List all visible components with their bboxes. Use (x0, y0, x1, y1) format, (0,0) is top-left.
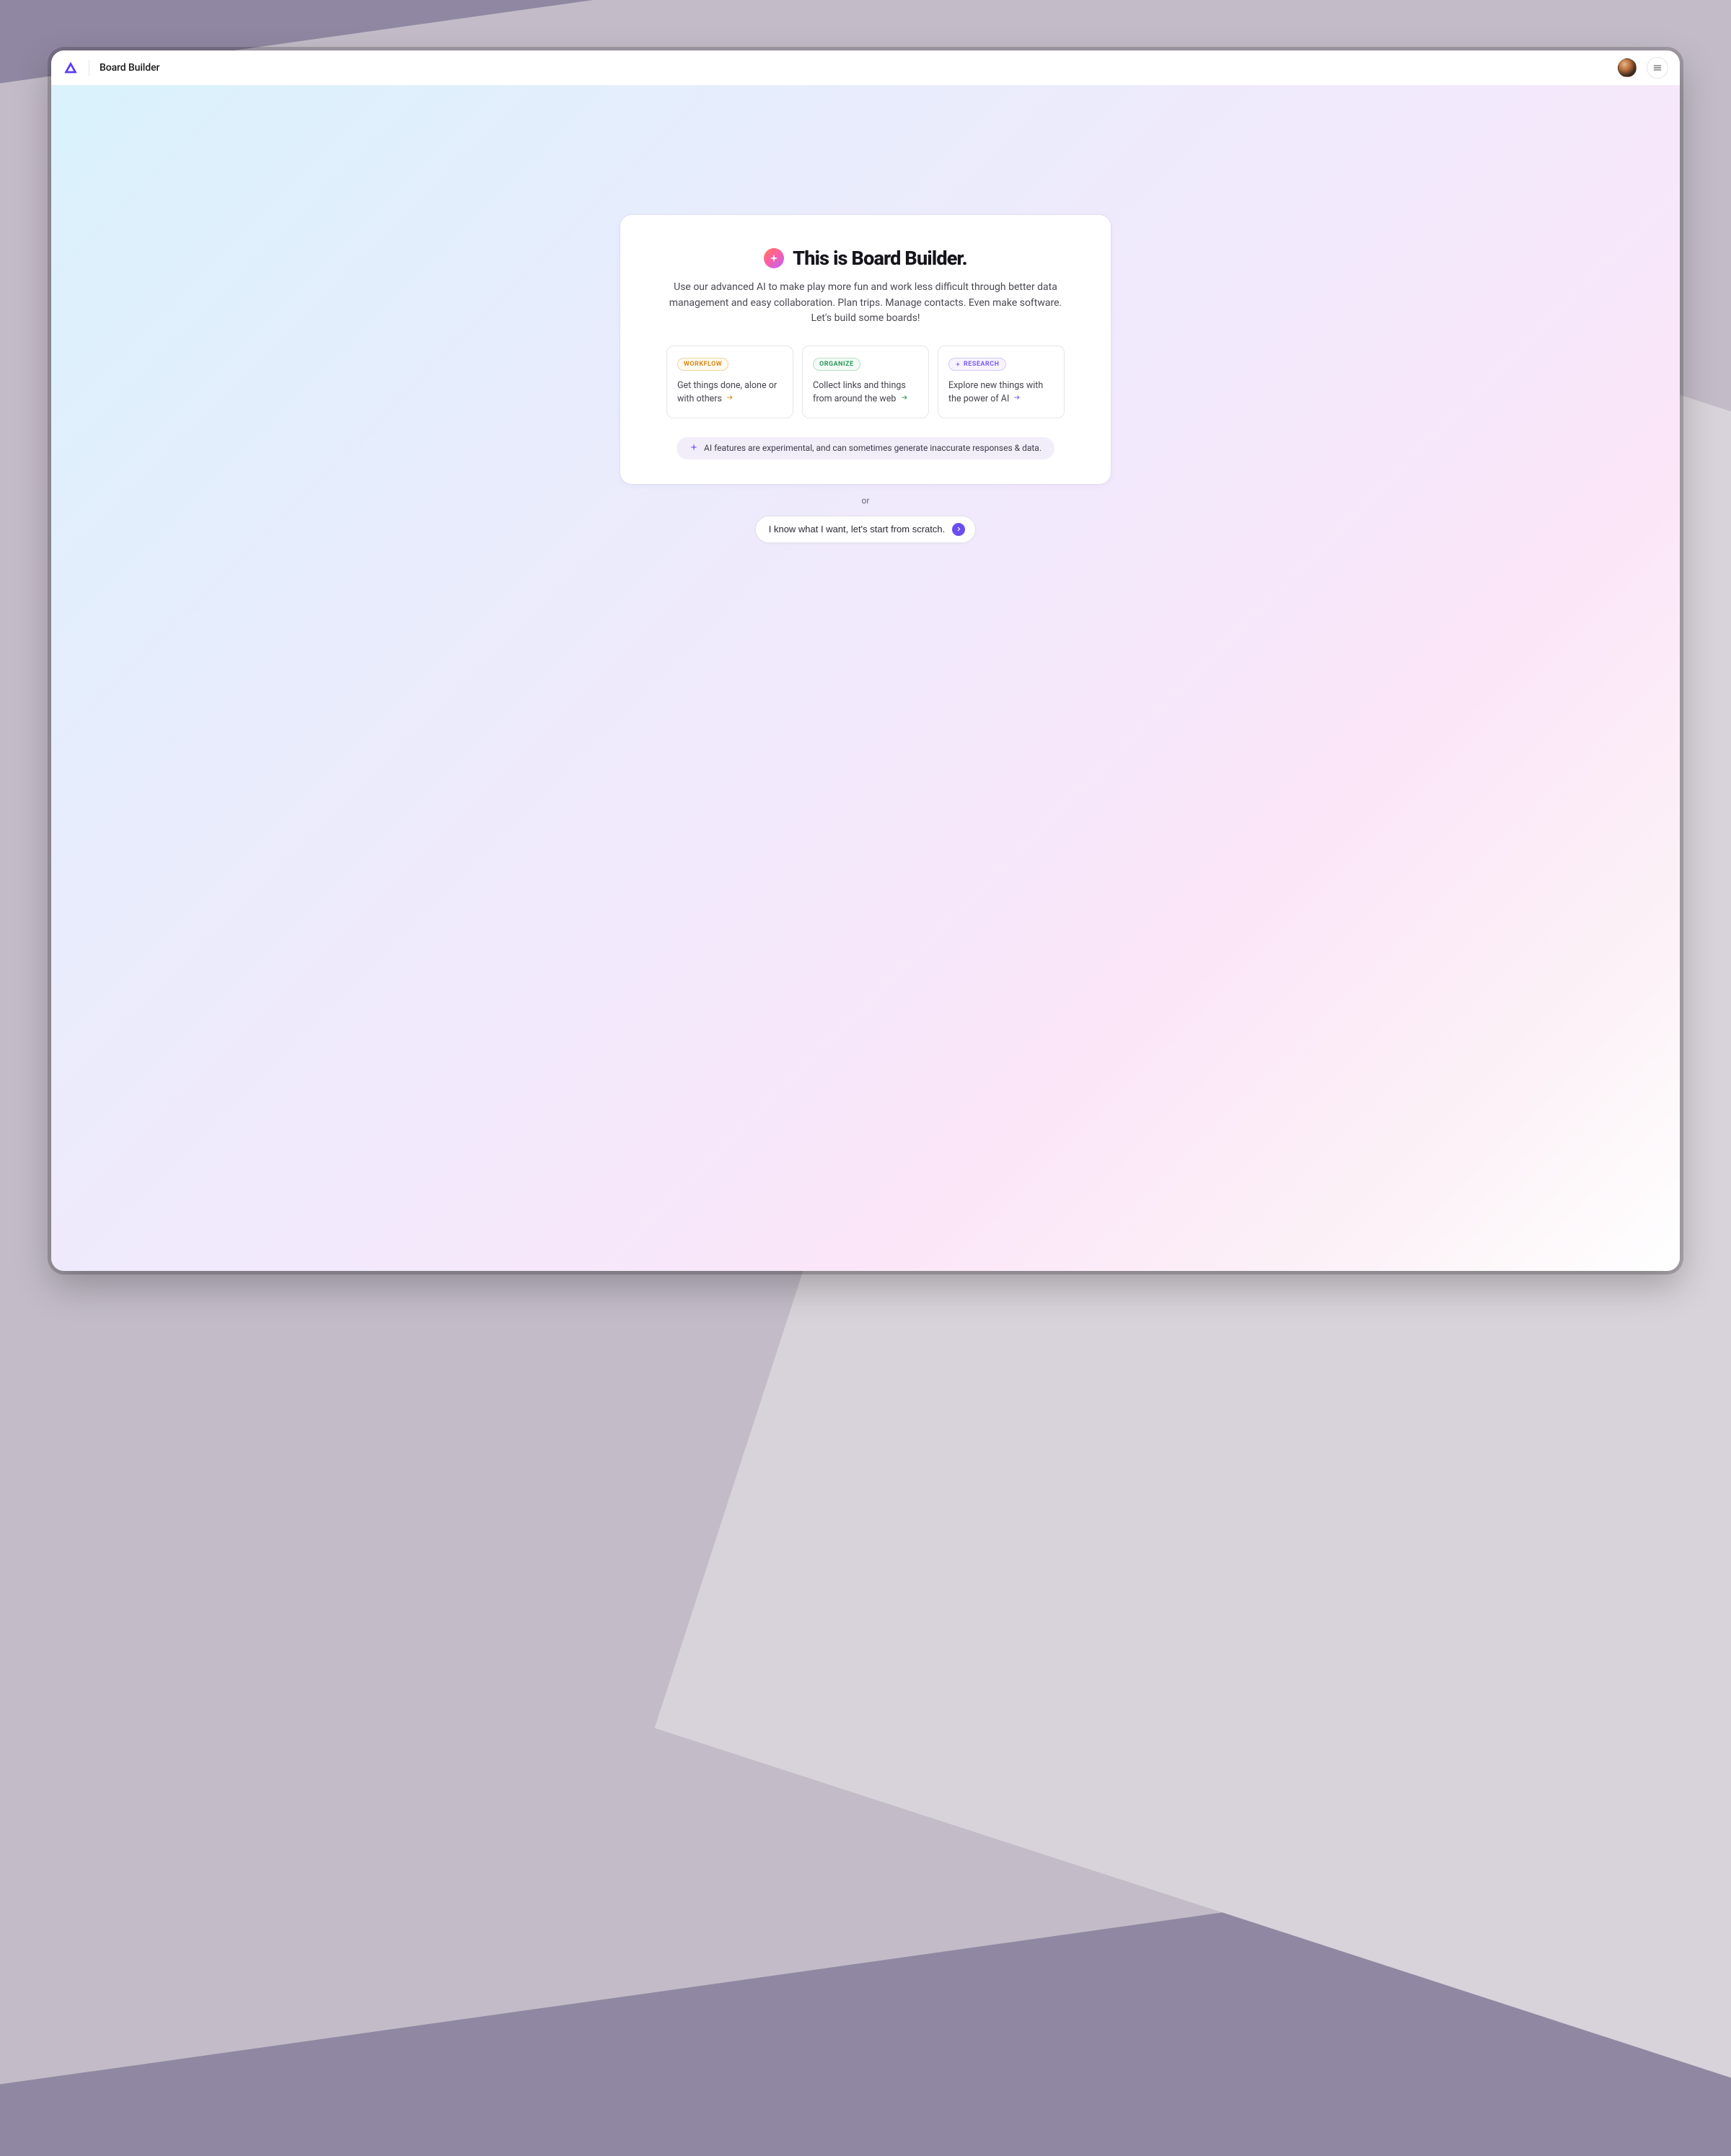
main-content: This is Board Builder. Use our advanced … (51, 85, 1680, 1271)
start-from-scratch-label: I know what I want, let's start from scr… (769, 524, 946, 534)
hamburger-icon (1652, 63, 1662, 73)
ai-disclaimer-text: AI features are experimental, and can so… (704, 443, 1041, 453)
hero-subtitle: Use our advanced AI to make play more fu… (664, 280, 1067, 327)
card-organize-text: Collect links and things from around the… (813, 379, 918, 406)
tag-workflow-label: WORKFLOW (684, 361, 722, 368)
template-cards-row: WORKFLOW Get things done, alone or with … (661, 346, 1070, 418)
tag-research-label: RESEARCH (964, 361, 1000, 368)
app-title: Board Builder (100, 62, 159, 74)
or-separator: or (862, 496, 870, 506)
start-from-scratch-button[interactable]: I know what I want, let's start from scr… (755, 516, 977, 543)
ai-disclaimer: AI features are experimental, and can so… (677, 437, 1054, 459)
tag-workflow: WORKFLOW (677, 358, 728, 371)
sparkle-icon (955, 361, 961, 367)
hero-title: This is Board Builder. (793, 247, 967, 270)
card-workflow[interactable]: WORKFLOW Get things done, alone or with … (666, 346, 793, 418)
tag-organize-label: ORGANIZE (819, 361, 854, 368)
user-avatar[interactable] (1618, 58, 1637, 77)
arrow-right-icon (1013, 392, 1021, 405)
sparkle-circle-icon (764, 248, 784, 268)
arrow-right-icon (726, 392, 734, 405)
hero-heading-row: This is Board Builder. (764, 247, 967, 270)
card-research-text-content: Explore new things with the power of AI (948, 380, 1043, 404)
card-organize-text-content: Collect links and things from around the… (813, 380, 906, 404)
tag-research: RESEARCH (948, 358, 1006, 371)
welcome-panel: This is Board Builder. Use our advanced … (620, 215, 1111, 484)
card-organize[interactable]: ORGANIZE Collect links and things from a… (802, 346, 929, 418)
card-research-text: Explore new things with the power of AI (948, 379, 1054, 406)
chevron-circle-icon (952, 523, 965, 536)
app-logo-icon (63, 60, 79, 76)
arrow-right-icon (900, 392, 909, 405)
header-bar: Board Builder (51, 50, 1680, 85)
card-research[interactable]: RESEARCH Explore new things with the pow… (938, 346, 1065, 418)
sparkle-icon (690, 443, 698, 454)
card-workflow-text: Get things done, alone or with others (677, 379, 783, 406)
tag-organize: ORGANIZE (813, 358, 860, 371)
app-window: Board Builder This is Board Builder. Use… (51, 50, 1680, 1271)
hamburger-menu-button[interactable] (1647, 57, 1668, 79)
